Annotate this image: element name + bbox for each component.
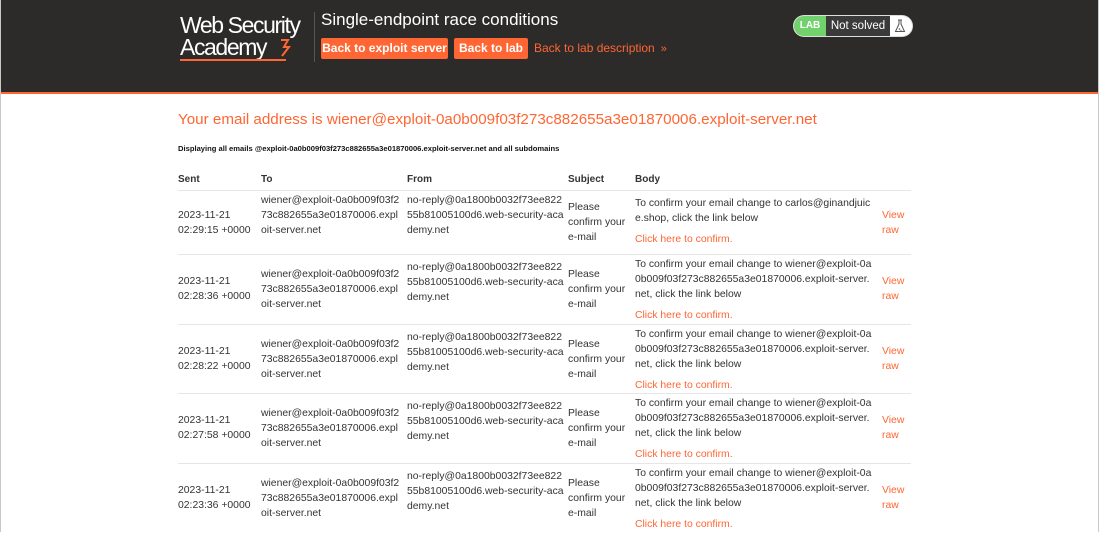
email-row: 2023-11-21 02:28:22 +0000 wiener@exploit…	[178, 324, 911, 394]
email-body-text: To confirm your email change to carlos@g…	[635, 198, 871, 224]
column-header-to: To	[261, 174, 273, 185]
confirm-link[interactable]: Click here to confirm.	[635, 232, 875, 247]
view-raw-link[interactable]: View raw	[882, 274, 912, 304]
email-from: no-reply@0a1800b0032f73ee82255b81005100d…	[407, 401, 564, 442]
lab-status-widget: LAB Not solved	[794, 16, 912, 36]
email-subject: Please confirm your e-mail	[568, 478, 626, 519]
email-from: no-reply@0a1800b0032f73ee82255b81005100d…	[407, 195, 564, 236]
email-sent-time: 2023-11-21 02:28:36 +0000	[178, 276, 251, 302]
header-accent-line	[1, 92, 1098, 94]
lab-status-badge: LAB	[794, 16, 826, 36]
display-note: Displaying all emails @exploit-0a0b009f0…	[178, 144, 560, 153]
double-chevron-right-icon: »	[660, 43, 667, 55]
view-raw-link[interactable]: View raw	[882, 344, 912, 374]
column-header-sent: Sent	[178, 174, 200, 185]
confirm-link[interactable]: Click here to confirm.	[635, 378, 875, 393]
page-header: Web Security Academy Single-endpoint rac…	[1, 0, 1098, 92]
email-body: To confirm your email change to wiener@e…	[635, 257, 875, 323]
email-row: 2023-11-21 02:27:58 +0000 wiener@exploit…	[178, 393, 911, 463]
confirm-link[interactable]: Click here to confirm.	[635, 447, 875, 462]
email-to: wiener@exploit-0a0b009f03f273c882655a3e0…	[261, 339, 400, 380]
academy-logo[interactable]: Web Security Academy	[180, 13, 308, 61]
email-row: 2023-11-21 02:28:36 +0000 wiener@exploit…	[178, 254, 911, 324]
confirm-link[interactable]: Click here to confirm.	[635, 517, 875, 532]
email-body-text: To confirm your email change to wiener@e…	[635, 259, 872, 300]
email-body: To confirm your email change to carlos@g…	[635, 196, 875, 247]
email-sent-time: 2023-11-21 02:27:58 +0000	[178, 415, 251, 441]
email-body: To confirm your email change to wiener@e…	[635, 327, 875, 393]
email-row: 2023-11-21 02:23:36 +0000 wiener@exploit…	[178, 463, 911, 533]
view-raw-link[interactable]: View raw	[882, 208, 912, 238]
email-sent-time: 2023-11-21 02:23:36 +0000	[178, 485, 251, 511]
email-to: wiener@exploit-0a0b009f03f273c882655a3e0…	[261, 408, 400, 449]
logo-underline	[180, 59, 286, 61]
email-to: wiener@exploit-0a0b009f03f273c882655a3e0…	[261, 478, 400, 519]
email-sent-time: 2023-11-21 02:29:15 +0000	[178, 210, 251, 236]
column-header-from: From	[407, 174, 432, 185]
email-body: To confirm your email change to wiener@e…	[635, 396, 875, 462]
column-header-subject: Subject	[568, 174, 605, 185]
email-to: wiener@exploit-0a0b009f03f273c882655a3e0…	[261, 195, 400, 236]
view-raw-link[interactable]: View raw	[882, 413, 912, 443]
email-to: wiener@exploit-0a0b009f03f273c882655a3e0…	[261, 269, 400, 310]
lab-status-text: Not solved	[826, 16, 890, 36]
confirm-link[interactable]: Click here to confirm.	[635, 308, 875, 323]
email-sent-time: 2023-11-21 02:28:22 +0000	[178, 346, 251, 372]
email-from: no-reply@0a1800b0032f73ee82255b81005100d…	[407, 262, 564, 303]
column-header-body: Body	[635, 174, 660, 185]
flask-icon	[894, 19, 906, 32]
header-divider	[314, 12, 315, 62]
email-from: no-reply@0a1800b0032f73ee82255b81005100d…	[407, 471, 564, 512]
email-body: To confirm your email change to wiener@e…	[635, 466, 875, 532]
email-from: no-reply@0a1800b0032f73ee82255b81005100d…	[407, 332, 564, 373]
email-body-text: To confirm your email change to wiener@e…	[635, 468, 872, 509]
lab-title: Single-endpoint race conditions	[321, 10, 559, 29]
email-subject: Please confirm your e-mail	[568, 408, 626, 449]
email-row: 2023-11-21 02:29:15 +0000 wiener@exploit…	[178, 190, 911, 254]
view-raw-link[interactable]: View raw	[882, 483, 912, 513]
back-to-lab-button[interactable]: Back to lab	[454, 38, 528, 59]
back-to-lab-description-link[interactable]: Back to lab description »	[534, 41, 667, 55]
lightning-bolt-icon	[281, 39, 292, 57]
email-subject: Please confirm your e-mail	[568, 339, 626, 380]
email-subject: Please confirm your e-mail	[568, 269, 626, 310]
back-to-lab-description-label: Back to lab description	[534, 41, 655, 55]
back-to-exploit-server-button[interactable]: Back to exploit server	[321, 38, 448, 59]
email-subject: Please confirm your e-mail	[568, 202, 626, 243]
email-address-heading: Your email address is wiener@exploit-0a0…	[178, 111, 817, 128]
logo-line-2: Academy	[180, 34, 267, 60]
email-body-text: To confirm your email change to wiener@e…	[635, 398, 872, 439]
email-body-text: To confirm your email change to wiener@e…	[635, 329, 872, 370]
